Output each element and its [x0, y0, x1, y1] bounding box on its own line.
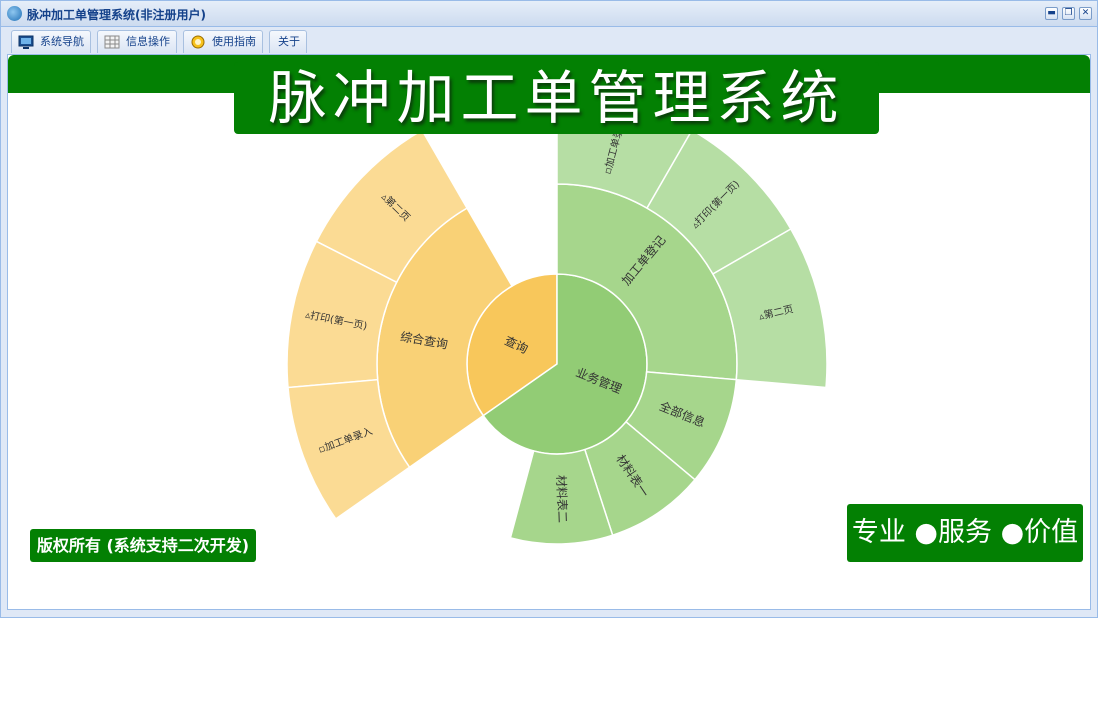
system-title-banner: 脉冲加工单管理系统 [234, 62, 879, 134]
tab-label: 系统导航 [40, 35, 84, 48]
window-title: 脉冲加工单管理系统(非注册用户) [27, 8, 206, 22]
grid-icon [104, 35, 120, 49]
app-window: 脉冲加工单管理系统(非注册用户) ▬ ❐ ✕ 系统导航 信息操作 使用指南 关于… [0, 0, 1098, 618]
monitor-icon [18, 35, 34, 49]
restore-button[interactable]: ❐ [1062, 7, 1075, 20]
copyright-badge: 版权所有 (系统支持二次开发) [30, 529, 256, 562]
tab-bar: 系统导航 信息操作 使用指南 关于 [1, 27, 1097, 54]
title-bar: 脉冲加工单管理系统(非注册用户) ▬ ❐ ✕ [1, 1, 1097, 27]
help-clock-icon [191, 35, 205, 49]
slogan-badge: 专业 ●服务 ●价值 [847, 504, 1083, 562]
close-button[interactable]: ✕ [1079, 7, 1092, 20]
tab-user-guide[interactable]: 使用指南 [183, 30, 263, 53]
main-content: 查询 业务管理 综合查询 加工单登记 全部信息 材料表一 材料表二 ▵第二页 ▵打印(第一页) ▫… [7, 54, 1091, 610]
app-logo-icon [7, 6, 22, 21]
tab-about[interactable]: 关于 [269, 30, 307, 53]
tab-label: 信息操作 [126, 35, 170, 48]
tab-label: 关于 [278, 35, 300, 48]
sunburst-label-material-table-2: 材料表二 [554, 475, 570, 523]
tab-label: 使用指南 [212, 35, 256, 48]
tab-system-navigation[interactable]: 系统导航 [11, 30, 91, 53]
tab-info-operation[interactable]: 信息操作 [97, 30, 177, 53]
minimize-button[interactable]: ▬ [1045, 7, 1058, 20]
